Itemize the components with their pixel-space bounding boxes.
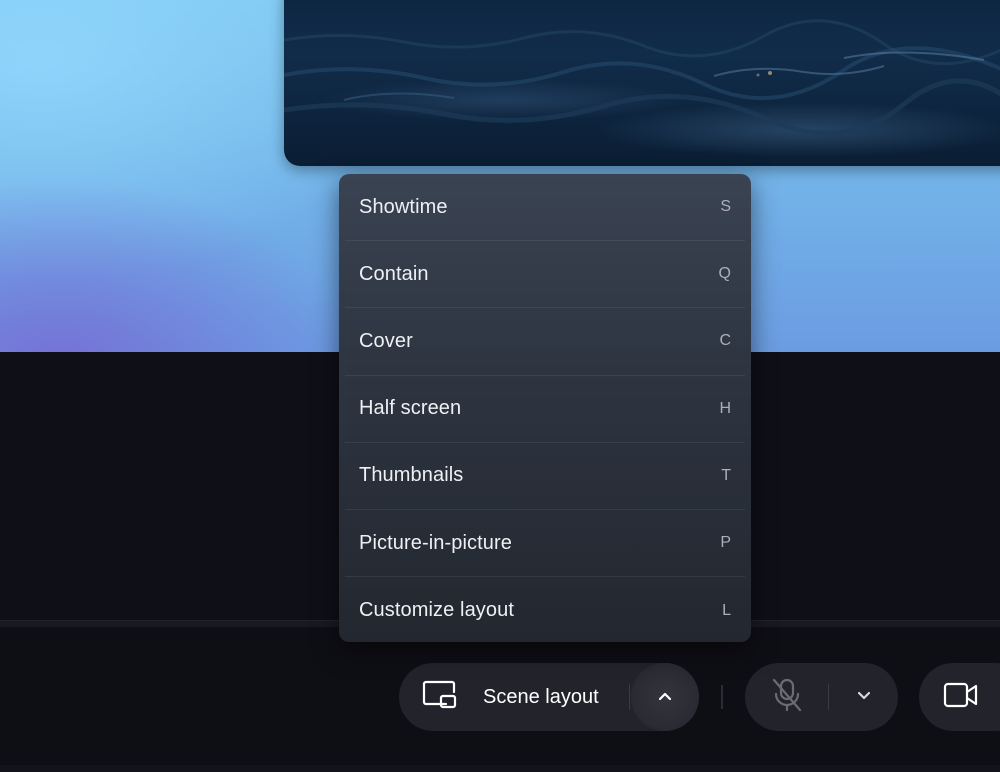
toolbar-separator bbox=[721, 685, 723, 709]
scene-layout-menu: Showtime S Contain Q Cover C Half screen… bbox=[339, 174, 751, 642]
menu-item-label: Picture-in-picture bbox=[359, 531, 512, 554]
menu-item-shortcut: L bbox=[722, 601, 731, 619]
menu-item-cover[interactable]: Cover C bbox=[345, 308, 745, 376]
menu-item-shortcut: Q bbox=[718, 265, 731, 283]
menu-item-label: Cover bbox=[359, 329, 413, 352]
pill-divider bbox=[828, 684, 829, 710]
microphone-toggle-button[interactable] bbox=[763, 673, 811, 721]
menu-item-label: Showtime bbox=[359, 195, 448, 218]
scene-layout-control: Scene layout bbox=[399, 663, 699, 731]
menu-item-shortcut: H bbox=[719, 399, 731, 417]
menu-item-contain[interactable]: Contain Q bbox=[345, 241, 745, 309]
scene-layout-toggle-button[interactable] bbox=[631, 663, 699, 731]
menu-item-half-screen[interactable]: Half screen H bbox=[345, 376, 745, 443]
microphone-options-button[interactable] bbox=[830, 663, 898, 731]
menu-item-customize-layout[interactable]: Customize layout L bbox=[345, 577, 745, 644]
chevron-up-icon bbox=[658, 688, 672, 706]
camera-toggle-button[interactable] bbox=[941, 677, 981, 717]
scene-layout-button[interactable]: Scene layout bbox=[399, 663, 599, 731]
window-bottom-edge bbox=[0, 765, 1000, 772]
menu-item-thumbnails[interactable]: Thumbnails T bbox=[345, 443, 745, 510]
camera-control bbox=[919, 663, 1000, 731]
chevron-down-icon bbox=[857, 688, 871, 706]
microphone-control bbox=[745, 663, 898, 731]
video-camera-icon bbox=[943, 681, 979, 714]
video-tile bbox=[284, 0, 1000, 166]
microphone-muted-icon bbox=[770, 677, 804, 718]
pill-divider bbox=[629, 684, 630, 710]
menu-item-label: Thumbnails bbox=[359, 464, 464, 487]
menu-item-label: Half screen bbox=[359, 397, 462, 420]
menu-item-picture-in-picture[interactable]: Picture-in-picture P bbox=[345, 510, 745, 578]
ocean-waves-image bbox=[284, 19, 1000, 136]
scene-layout-label: Scene layout bbox=[483, 685, 599, 708]
menu-item-shortcut: T bbox=[721, 466, 731, 484]
scene-layout-icon bbox=[422, 680, 458, 715]
menu-item-shortcut: C bbox=[719, 332, 731, 350]
menu-item-showtime[interactable]: Showtime S bbox=[345, 174, 745, 242]
menu-item-shortcut: P bbox=[720, 534, 731, 552]
menu-item-label: Contain bbox=[359, 262, 429, 285]
menu-item-label: Customize layout bbox=[359, 599, 514, 622]
menu-item-shortcut: S bbox=[720, 198, 731, 216]
